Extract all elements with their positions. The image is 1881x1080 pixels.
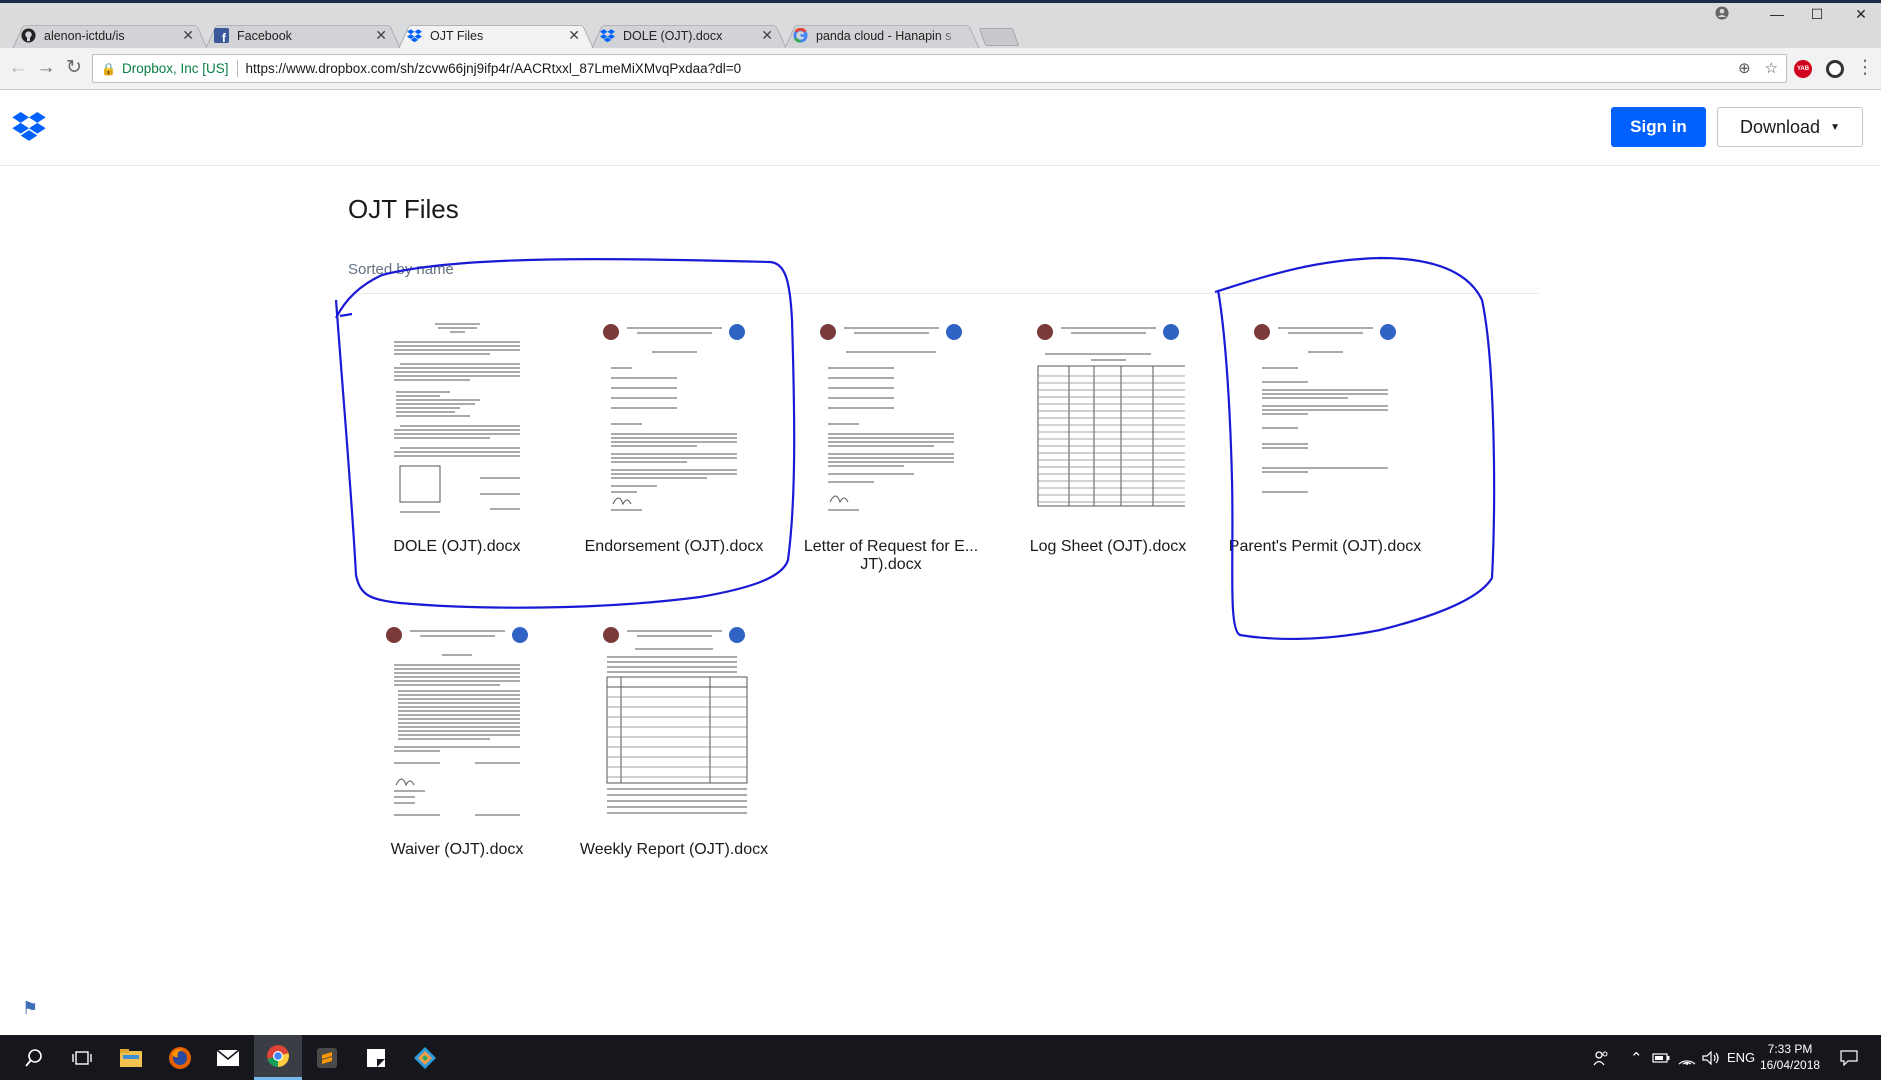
file-explorer-icon[interactable]	[107, 1035, 155, 1080]
document-thumbnail	[597, 316, 751, 516]
forward-icon[interactable]: →	[34, 56, 58, 80]
browser-toolbar: ← → ↻ 🔒 Dropbox, Inc [US] https://www.dr…	[0, 48, 1881, 90]
tab-label: Facebook	[237, 28, 292, 43]
close-tab-icon[interactable]: ✕	[375, 27, 387, 44]
chrome-icon[interactable]	[254, 1035, 302, 1080]
tab-ojt-files[interactable]: OJT Files ✕	[398, 22, 594, 49]
show-hidden-icons-icon[interactable]: ⌃	[1630, 1035, 1643, 1080]
secure-site-label: Dropbox, Inc [US]	[121, 61, 229, 76]
new-tab-button[interactable]	[978, 28, 1020, 46]
volume-icon[interactable]	[1702, 1035, 1720, 1080]
time-text: 7:33 PM	[1767, 1042, 1813, 1056]
tab-label: OJT Files	[430, 28, 484, 43]
sticky-notes-icon[interactable]	[352, 1035, 400, 1080]
dropbox-icon	[599, 28, 615, 44]
file-name[interactable]: Waiver (OJT).docx	[357, 841, 557, 859]
browser-tab-strip: alenon-ictdu/is ✕ f Facebook ✕ OJT Files…	[0, 0, 1881, 49]
document-thumbnail	[597, 619, 751, 819]
sublime-text-icon[interactable]	[303, 1035, 351, 1080]
download-button[interactable]: Download ▼	[1717, 107, 1863, 147]
tab-label: panda cloud - Hanapin s	[816, 28, 952, 43]
address-bar[interactable]: 🔒 Dropbox, Inc [US] https://www.dropbox.…	[92, 54, 1787, 83]
clock[interactable]: 7:33 PM 16/04/2018	[1760, 1041, 1820, 1073]
close-tab-icon[interactable]: ✕	[761, 27, 773, 44]
folder-title: OJT Files	[348, 194, 459, 224]
file-item-dole[interactable]: DOLE (OJT).docx	[357, 316, 557, 556]
profile-icon[interactable]	[1707, 6, 1737, 23]
task-view-icon[interactable]	[58, 1035, 106, 1080]
extension-icon[interactable]	[1826, 60, 1844, 78]
document-thumbnail	[1248, 316, 1402, 516]
document-thumbnail	[1031, 316, 1185, 516]
file-name[interactable]: DOLE (OJT).docx	[357, 538, 557, 556]
file-item-waiver[interactable]: Waiver (OJT).docx	[357, 619, 557, 859]
file-item-endorsement[interactable]: Endorsement (OJT).docx	[574, 316, 774, 556]
github-icon	[20, 28, 36, 44]
extension-yab-icon[interactable]: YAB	[1794, 60, 1812, 78]
file-name[interactable]: Log Sheet (OJT).docx	[1008, 538, 1208, 556]
windows-taskbar: ⌃ ENG 7:33 PM 16/04/2018	[0, 1035, 1881, 1080]
people-icon[interactable]	[1592, 1035, 1610, 1080]
dropbox-icon	[406, 28, 422, 44]
file-item-log-sheet[interactable]: Log Sheet (OJT).docx	[1008, 316, 1208, 556]
sign-in-button[interactable]: Sign in	[1611, 107, 1706, 147]
notifications-icon[interactable]	[1840, 1035, 1858, 1080]
zoom-icon[interactable]: ⊕	[1738, 59, 1751, 77]
mail-icon[interactable]	[204, 1035, 252, 1080]
search-icon[interactable]	[10, 1035, 58, 1080]
close-window-icon[interactable]: ✕	[1846, 6, 1876, 23]
window-top-edge	[0, 0, 1881, 3]
document-thumbnail	[814, 316, 968, 516]
facebook-icon: f	[213, 28, 229, 44]
app-icon[interactable]	[401, 1035, 449, 1080]
dropbox-header: Sign in Download ▼	[0, 90, 1881, 166]
tab-label: DOLE (OJT).docx	[623, 28, 723, 43]
reload-icon[interactable]: ↻	[62, 56, 86, 80]
dropbox-logo-icon[interactable]	[12, 112, 46, 147]
file-name[interactable]: Endorsement (OJT).docx	[574, 538, 774, 556]
file-item-parents-permit[interactable]: Parent's Permit (OJT).docx	[1225, 316, 1425, 556]
tab-label: alenon-ictdu/is	[44, 28, 125, 43]
tab-google-search[interactable]: panda cloud - Hanapin s	[784, 22, 980, 49]
lock-icon: 🔒	[101, 61, 116, 76]
close-tab-icon[interactable]: ✕	[568, 27, 580, 44]
close-tab-icon[interactable]: ✕	[182, 27, 194, 44]
menu-icon[interactable]: ⋮	[1853, 56, 1877, 80]
minimize-icon[interactable]: —	[1762, 6, 1792, 22]
wifi-icon[interactable]	[1678, 1035, 1696, 1080]
document-thumbnail	[380, 316, 534, 516]
date-text: 16/04/2018	[1760, 1058, 1821, 1072]
google-icon	[792, 28, 808, 44]
document-thumbnail	[380, 619, 534, 819]
tab-facebook[interactable]: f Facebook ✕	[205, 22, 401, 49]
file-item-weekly-report[interactable]: Weekly Report (OJT).docx	[574, 619, 774, 859]
tab-dole-docx[interactable]: DOLE (OJT).docx ✕	[591, 22, 787, 49]
sort-label[interactable]: Sorted by name	[348, 261, 454, 278]
bookmark-star-icon[interactable]: ☆	[1765, 59, 1778, 77]
file-name[interactable]: Weekly Report (OJT).docx	[574, 841, 774, 859]
url-text: https://www.dropbox.com/sh/zcvw66jnj9ifp…	[245, 61, 742, 76]
maximize-icon[interactable]: ☐	[1802, 6, 1832, 23]
caret-down-icon: ▼	[1830, 121, 1840, 133]
tab-github[interactable]: alenon-ictdu/is ✕	[12, 22, 208, 49]
battery-icon[interactable]	[1652, 1035, 1670, 1080]
file-item-letter-of-request[interactable]: Letter of Request for E... JT).docx	[791, 316, 991, 574]
divider	[348, 293, 1538, 294]
language-indicator[interactable]: ENG	[1727, 1035, 1755, 1080]
feedback-flag-icon[interactable]: ⚑	[22, 998, 38, 1019]
firefox-icon[interactable]	[156, 1035, 204, 1080]
file-name[interactable]: Parent's Permit (OJT).docx	[1225, 538, 1425, 556]
file-name[interactable]: Letter of Request for E... JT).docx	[791, 538, 991, 574]
back-icon[interactable]: ←	[6, 56, 30, 80]
download-label: Download	[1740, 116, 1821, 137]
